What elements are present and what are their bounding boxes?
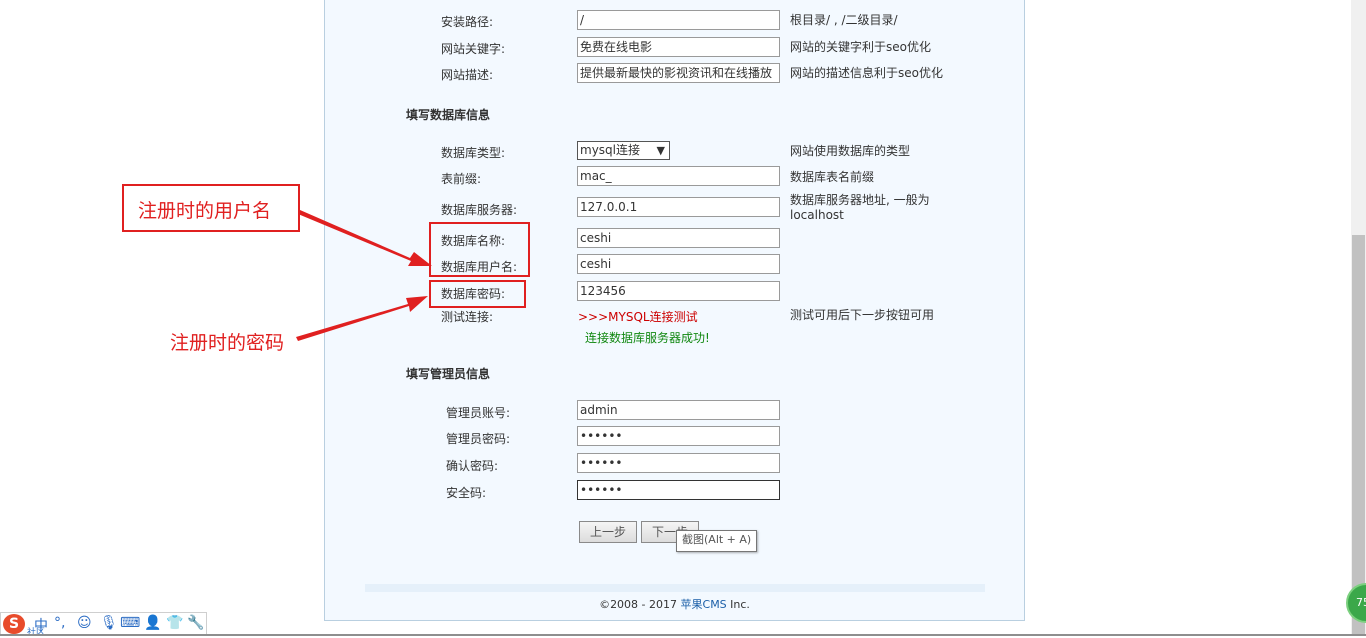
ime-punctuation-toggle[interactable]: °, bbox=[54, 615, 65, 631]
microphone-icon[interactable]: 🎙 bbox=[100, 615, 118, 631]
wrench-settings-icon[interactable]: 🔧 bbox=[187, 615, 204, 631]
arrow-username bbox=[298, 210, 432, 266]
arrow-password bbox=[296, 296, 428, 341]
ime-toolbar: S 社区 中 °, ☺ 🎙 ⌨ 👤 👕 🔧 bbox=[0, 612, 207, 638]
annotation-arrows bbox=[296, 210, 432, 341]
emoji-icon[interactable]: ☺ bbox=[77, 615, 92, 631]
sogou-logo-icon[interactable]: S bbox=[3, 614, 25, 634]
scrollbar-thumb[interactable] bbox=[1352, 235, 1365, 636]
user-icon[interactable]: 👤 bbox=[144, 615, 161, 631]
ime-mode-toggle[interactable]: 中 bbox=[34, 615, 48, 635]
skin-shirt-icon[interactable]: 👕 bbox=[166, 615, 183, 631]
keyboard-icon[interactable]: ⌨ bbox=[120, 615, 140, 631]
